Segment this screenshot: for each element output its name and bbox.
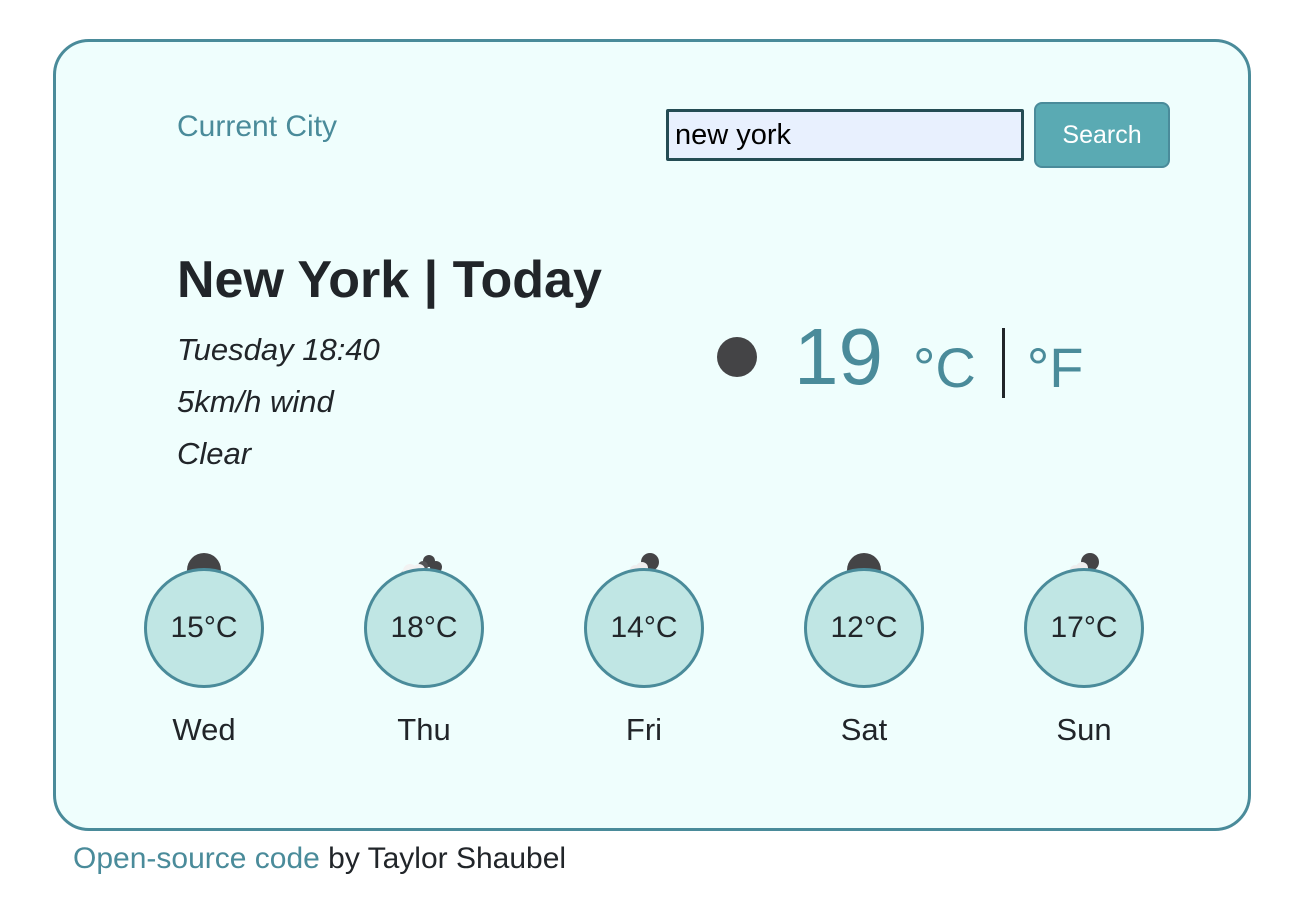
footer-byline: by Taylor Shaubel: [319, 842, 567, 875]
date-time: Tuesday 18:40: [177, 332, 380, 367]
forecast-day-name: Wed: [172, 712, 236, 747]
forecast: 15°C Wed 18°C Thu 14°C Fri 12°C Sat 17°C…: [144, 552, 1144, 752]
unit-divider: [1001, 328, 1005, 398]
city-heading: New York | Today: [177, 251, 602, 309]
forecast-temp: 14°C: [610, 611, 678, 644]
forecast-temp: 12°C: [830, 611, 898, 644]
weather-card: Current City Search New York | Today Tue…: [53, 39, 1251, 831]
forecast-day-name: Fri: [625, 712, 663, 747]
forecast-day-name: Sun: [1056, 712, 1112, 747]
search-form: Search: [666, 102, 1170, 168]
forecast-temp-circle: 15°C: [144, 568, 264, 688]
fahrenheit-link[interactable]: °F: [1027, 335, 1084, 400]
current-temperature: 19 °C °F: [717, 312, 1083, 402]
weather-details: Tuesday 18:40 5km/h wind Clear: [177, 324, 380, 480]
forecast-day-name: Sat: [840, 712, 888, 747]
weather-description: Clear: [177, 436, 252, 471]
forecast-temp-circle: 17°C: [1024, 568, 1144, 688]
temperature-value: 19: [794, 312, 883, 401]
wind-speed: 5km/h wind: [177, 384, 334, 419]
celsius-link[interactable]: °C: [913, 335, 976, 400]
forecast-temp-circle: 12°C: [804, 568, 924, 688]
clear-night-icon: [717, 337, 757, 377]
forecast-temp-circle: 18°C: [364, 568, 484, 688]
search-input[interactable]: [666, 109, 1024, 161]
current-city-link[interactable]: Current City: [177, 110, 337, 144]
forecast-day-name: Thu: [397, 712, 451, 747]
forecast-temp-circle: 14°C: [584, 568, 704, 688]
forecast-temp: 17°C: [1050, 611, 1118, 644]
search-button[interactable]: Search: [1034, 102, 1170, 168]
forecast-temp: 18°C: [390, 611, 458, 644]
forecast-temp: 15°C: [170, 611, 238, 644]
source-code-link[interactable]: Open-source code: [73, 842, 320, 875]
footer: Open-source code by Taylor Shaubel: [73, 842, 566, 876]
